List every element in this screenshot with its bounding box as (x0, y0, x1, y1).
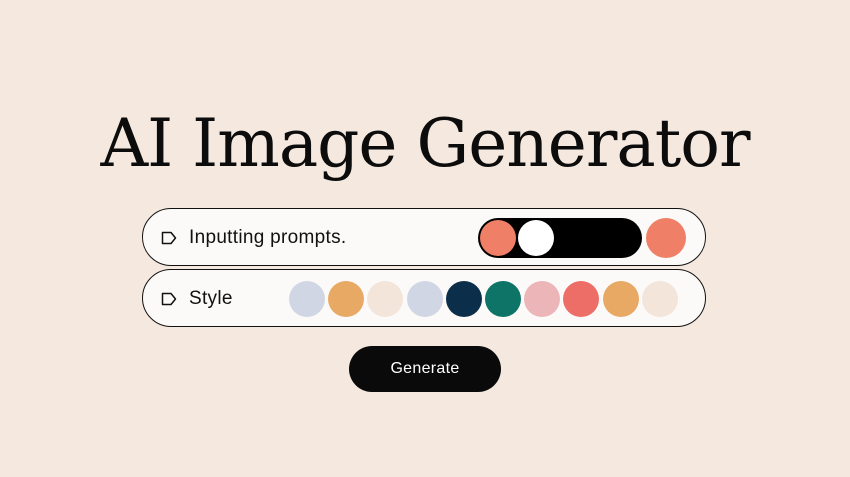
toggle-color-knob (480, 220, 516, 256)
style-swatch-coral-red[interactable] (563, 281, 600, 317)
prompt-toggle[interactable] (478, 218, 642, 258)
tag-icon (161, 231, 177, 245)
style-swatch-light-blue-gray-2[interactable] (406, 281, 443, 317)
style-swatch-pink[interactable] (524, 281, 561, 317)
style-swatch-navy[interactable] (445, 281, 482, 317)
style-swatch-cream[interactable] (367, 281, 404, 317)
style-swatch-orange-2[interactable] (602, 281, 639, 317)
style-label: Style (189, 288, 233, 309)
generate-button[interactable]: Generate (349, 346, 501, 392)
toggle-white-knob (518, 220, 554, 256)
style-swatch-teal[interactable] (485, 281, 521, 317)
style-swatch-orange[interactable] (328, 281, 365, 317)
tag-icon (161, 292, 177, 306)
page-title: AI Image Generator (100, 105, 750, 182)
prompt-color-swatch[interactable] (646, 218, 686, 258)
style-swatch-light-blue-gray[interactable] (289, 281, 325, 317)
style-swatch-cream-2[interactable] (641, 281, 678, 317)
style-row: Style (142, 269, 706, 327)
prompt-input-row[interactable]: Inputting prompts. (142, 208, 706, 266)
prompt-input-text[interactable]: Inputting prompts. (189, 226, 346, 250)
